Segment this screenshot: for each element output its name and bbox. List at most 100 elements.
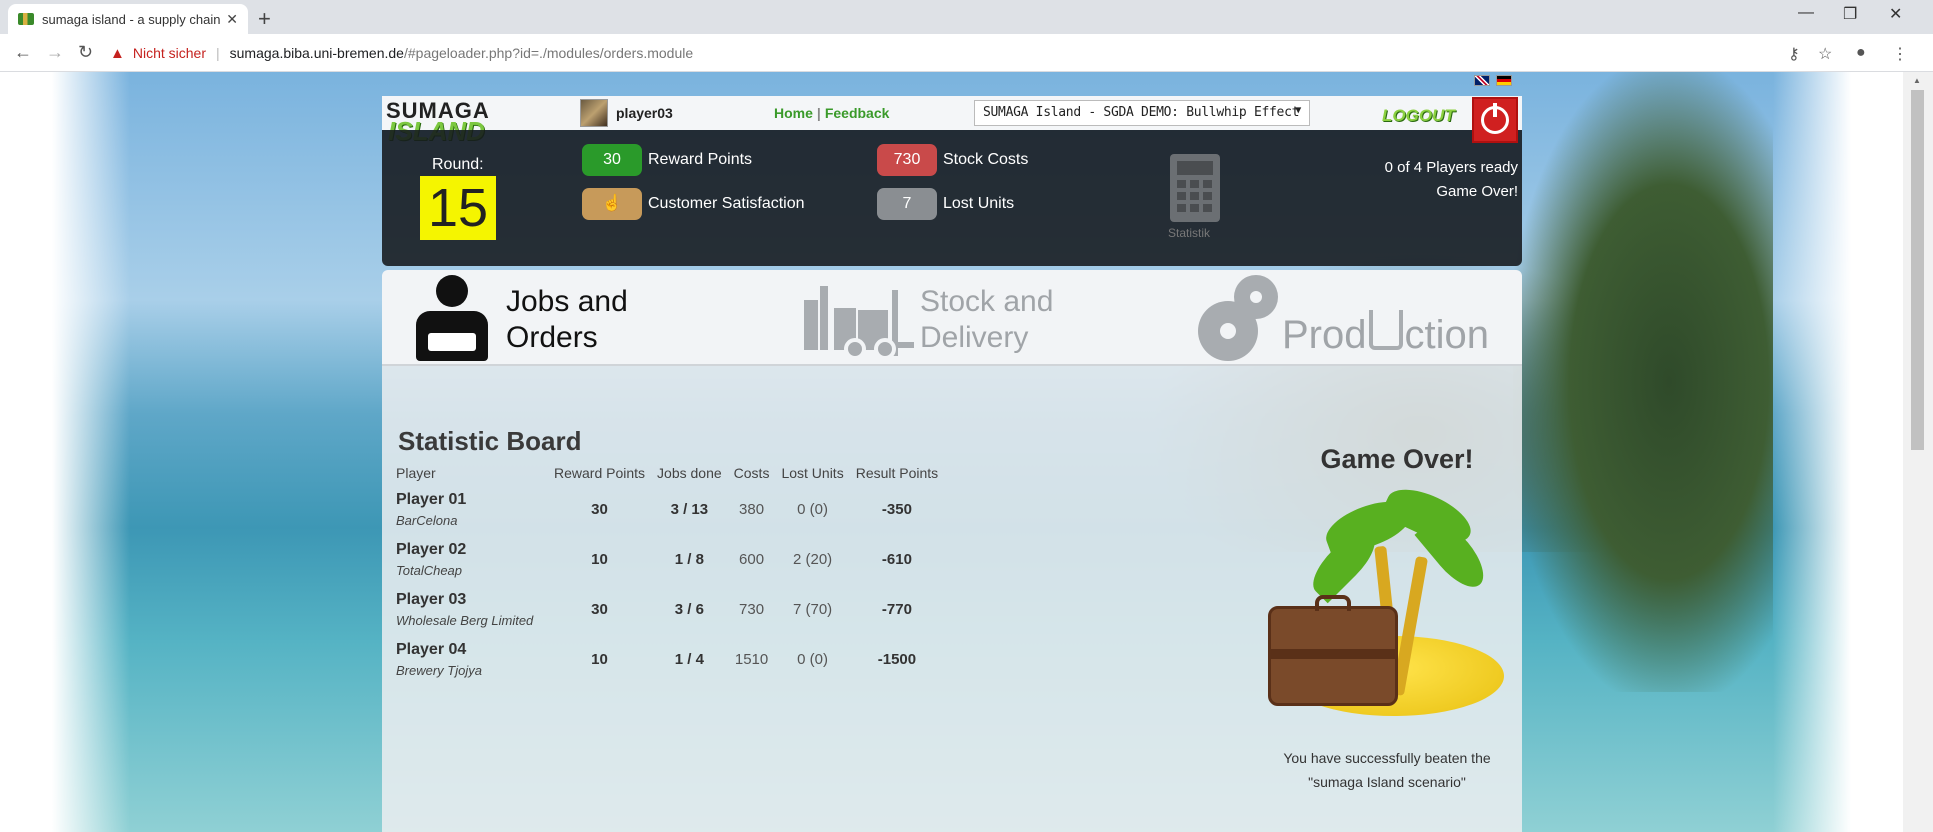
result-cell: -350: [881, 500, 912, 518]
game-over-title: Game Over!: [1320, 444, 1474, 474]
main-content: Statistic Board Player Reward Points Job…: [382, 366, 1522, 832]
scroll-up-icon[interactable]: ▲: [1913, 76, 1921, 85]
ready-status: 0 of 4 Players ready Game Over!: [1385, 156, 1518, 204]
tab-title: sumaga island - a supply chain m: [42, 11, 221, 27]
language-flags: [1474, 75, 1512, 86]
jobs-cell: 3 / 13: [670, 500, 709, 518]
company-name: Brewery Tjojya: [396, 662, 482, 678]
costs-cell: 380: [739, 500, 765, 518]
minimize-icon[interactable]: —: [1798, 4, 1814, 22]
col-player: Player: [396, 465, 436, 481]
result-cell: -770: [881, 600, 912, 618]
beaker-icon: [1368, 309, 1403, 350]
costs-cell: 1510: [734, 650, 769, 668]
reward-points-label: Reward Points: [648, 151, 753, 168]
players-ready: 0 of 4 Players ready: [1384, 159, 1518, 176]
game-over-line2: "sumaga Island scenario": [1308, 774, 1466, 790]
app-topbar: SUMAGA ISLAND player03 Home|Feedback SUM…: [382, 96, 1522, 146]
power-icon[interactable]: [1472, 97, 1518, 143]
background-edge-right: [1773, 72, 1903, 832]
page-viewport: SUMAGA ISLAND player03 Home|Feedback SUM…: [0, 72, 1933, 832]
omnibox-separator: |: [216, 45, 220, 61]
address-bar: ← → ↻ ▲ Nicht sicher | sumaga.biba.uni-b…: [0, 34, 1933, 72]
browser-tab[interactable]: sumaga island - a supply chain m ✕: [8, 4, 248, 34]
game-over-line1: You have successfully beaten the: [1283, 750, 1491, 766]
col-costs: Costs: [733, 465, 770, 481]
scrollbar[interactable]: ▲: [1903, 72, 1933, 832]
dropdown-caret-icon: ▼: [1295, 105, 1301, 116]
reload-icon[interactable]: ↻: [78, 42, 93, 63]
home-link[interactable]: Home: [774, 105, 813, 121]
hand-cursor-icon: ☝: [602, 195, 622, 212]
star-icon[interactable]: ☆: [1818, 44, 1832, 64]
reward-points-badge: 30: [582, 144, 642, 176]
reward-cell: 30: [591, 500, 608, 518]
game-over-message: You have successfully beaten the "sumaga…: [1262, 746, 1512, 794]
insecure-label[interactable]: Nicht sicher: [133, 45, 206, 61]
lost-cell: 7 (70): [792, 600, 833, 618]
german-flag-icon[interactable]: [1496, 75, 1512, 86]
jobs-tab-line2: Orders: [506, 321, 598, 354]
background-edge-left: [0, 72, 130, 832]
company-name: BarCelona: [396, 512, 458, 528]
back-icon[interactable]: ←: [14, 42, 32, 63]
round-label: Round:: [432, 156, 484, 173]
player-name: Player 02: [396, 540, 467, 558]
tab-stock-and-delivery[interactable]: Stock and Delivery: [804, 280, 1053, 360]
lost-units-label: Lost Units: [943, 195, 1015, 212]
scenario-select[interactable]: SUMAGA Island - SGDA DEMO: Bullwhip Effe…: [974, 100, 1310, 126]
statistic-table: Player Reward Points Jobs done Costs Los…: [396, 462, 944, 684]
worker-icon: [412, 275, 492, 365]
stock-costs-label: Stock Costs: [943, 151, 1029, 168]
costs-cell: 600: [739, 550, 765, 568]
top-links: Home | Feedback: [774, 105, 889, 121]
player-cell: Player 02 TotalCheap: [396, 534, 548, 584]
production-tab-part2: ction: [1404, 312, 1490, 357]
player-cell: Player 04 Brewery Tjojya: [396, 634, 548, 684]
customer-satisfaction-badge: ☝: [582, 188, 642, 220]
round-value: 15: [420, 176, 496, 240]
jobs-cell: 1 / 4: [674, 650, 704, 668]
omnibox[interactable]: ▲ Nicht sicher | sumaga.biba.uni-bremen.…: [110, 38, 1800, 68]
lost-cell: 0 (0): [797, 500, 828, 518]
sumaga-logo[interactable]: SUMAGA ISLAND: [386, 98, 490, 146]
avatar[interactable]: [580, 99, 608, 127]
close-icon[interactable]: ✕: [1889, 4, 1902, 24]
statistic-board-title: Statistic Board: [398, 426, 582, 456]
reward-cell: 10: [591, 650, 608, 668]
warning-icon: ▲: [110, 44, 125, 62]
profile-icon[interactable]: ●: [1856, 44, 1866, 62]
game-state: Game Over!: [1436, 183, 1518, 200]
tab-jobs-and-orders[interactable]: Jobs and Orders: [412, 275, 628, 361]
player-cell: Player 01 BarCelona: [396, 484, 548, 534]
status-bar: Round: 15 30 Reward Points ☝ Customer Sa…: [382, 130, 1522, 266]
lost-units-badge: 7: [877, 188, 937, 220]
calculator-icon[interactable]: [1170, 154, 1220, 222]
player-name: Player 04: [396, 640, 467, 658]
col-result-points: Result Points: [855, 465, 939, 481]
feedback-link[interactable]: Feedback: [825, 105, 890, 121]
browser-tabbar: sumaga island - a supply chain m ✕ + — ❐…: [0, 0, 1933, 34]
maximize-icon[interactable]: ❐: [1843, 4, 1857, 24]
url-path: /#pageloader.php?id=./modules/orders.mod…: [403, 45, 694, 61]
statistik-label[interactable]: Statistik: [1168, 226, 1210, 240]
favicon-icon: [18, 13, 34, 25]
jobs-tab-line1: Jobs and: [506, 285, 628, 318]
tab-production[interactable]: Prod ction: [1196, 275, 1490, 361]
result-cell: -610: [881, 550, 912, 568]
forward-icon[interactable]: →: [46, 42, 64, 63]
result-cell: -1500: [877, 650, 917, 668]
company-name: Wholesale Berg Limited: [396, 612, 534, 628]
menu-icon[interactable]: ⋮: [1892, 44, 1908, 64]
logout-link[interactable]: LOGOUT: [1382, 106, 1455, 126]
jobs-cell: 1 / 8: [674, 550, 704, 568]
scrollbar-thumb[interactable]: [1911, 90, 1924, 450]
customer-satisfaction-label: Customer Satisfaction: [648, 195, 805, 212]
player-name: Player 03: [396, 590, 467, 608]
key-icon[interactable]: ⚷: [1788, 44, 1800, 64]
col-lost-units: Lost Units: [781, 465, 844, 481]
new-tab-button[interactable]: +: [258, 6, 271, 32]
english-flag-icon[interactable]: [1474, 75, 1490, 86]
tab-close-icon[interactable]: ✕: [226, 11, 238, 28]
table-row: Player 04 Brewery Tjojya 10 1 / 4 1510 0 …: [396, 634, 944, 684]
